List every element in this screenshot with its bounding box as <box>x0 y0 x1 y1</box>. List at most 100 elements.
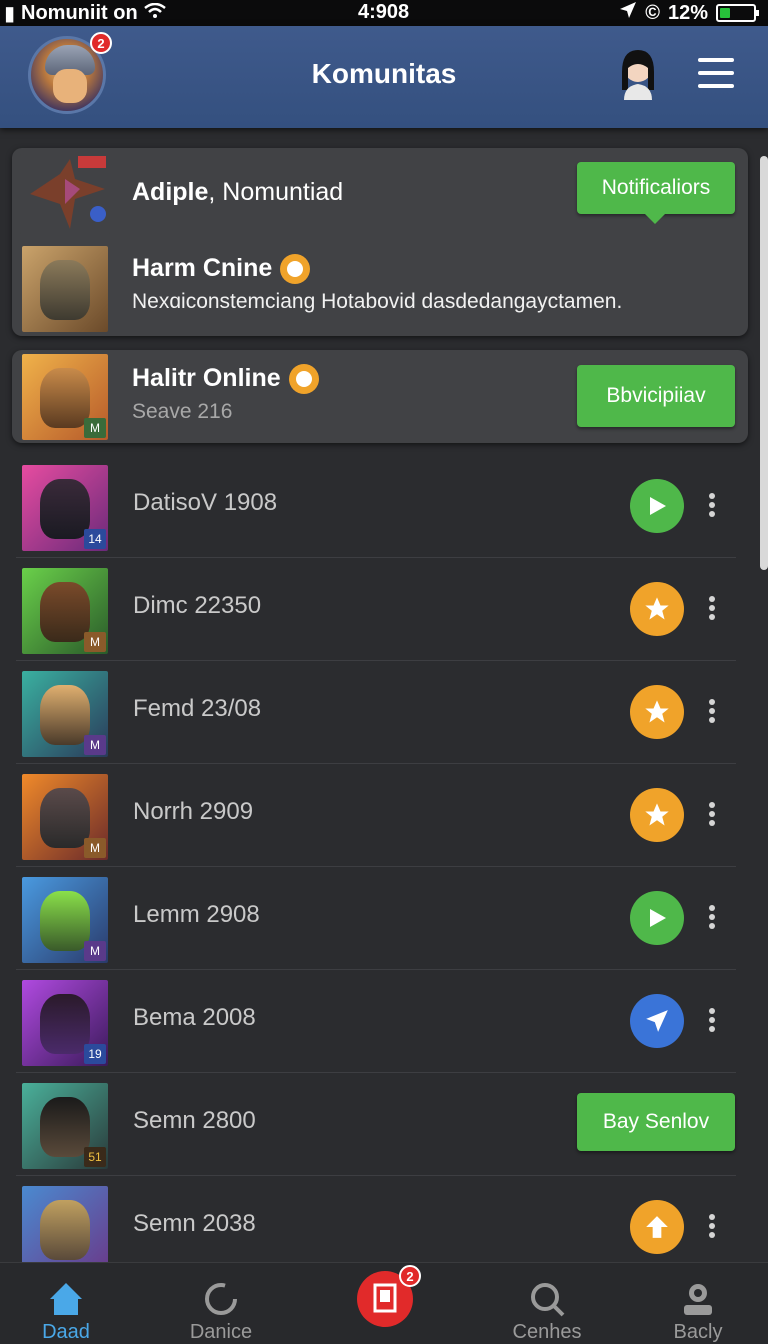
item-description: Nexɑiconstemciang Hotabovid dasdedangayc… <box>132 290 623 313</box>
more-options-icon[interactable] <box>706 1214 718 1242</box>
play-icon <box>650 909 666 927</box>
more-options-icon[interactable] <box>706 802 718 830</box>
carrier-info: ▮ Nomuniit on <box>4 1 166 26</box>
item-label: Dimc 22350 <box>133 592 262 619</box>
item-label: Semn 2800 <box>133 1107 256 1134</box>
gear-icon <box>684 1284 712 1315</box>
notifications-button-label: Notificaliors <box>601 176 711 199</box>
card-title-bold: Adiple <box>132 178 209 206</box>
battery-percent: 12% <box>667 1 708 24</box>
send-button[interactable] <box>630 994 684 1048</box>
profile-icon[interactable] <box>616 46 660 100</box>
thumb-tag: 19 <box>84 1044 106 1064</box>
more-options-icon[interactable] <box>706 1008 718 1036</box>
wifi-icon <box>143 2 166 25</box>
item-title: Harm Cnine <box>132 254 311 285</box>
item-thumbnail <box>22 1186 108 1272</box>
game-thumbnail <box>20 154 110 234</box>
more-options-icon[interactable] <box>706 493 718 521</box>
list-item[interactable]: 19 Bema 2008 <box>0 970 760 1073</box>
list-item[interactable]: M Femd 23/08 <box>0 661 760 764</box>
nav-search-label: Cenhes <box>512 1321 582 1343</box>
smile-icon <box>288 364 319 395</box>
notifications-button[interactable]: Notificaliors <box>577 162 735 224</box>
signal-icon: ▮ <box>4 3 16 25</box>
nav-dance-label: Danice <box>189 1321 253 1343</box>
list-item[interactable]: M Lemm 2908 <box>0 867 760 970</box>
center-action-button[interactable]: 2 <box>357 1265 421 1327</box>
thumb-tag: M <box>84 838 106 858</box>
thumb-tag: M <box>84 632 106 652</box>
play-button[interactable] <box>630 891 684 945</box>
refresh-icon <box>205 1283 237 1315</box>
app-header: 2 Komunitas <box>0 26 768 128</box>
item-thumbnail: M <box>22 671 108 757</box>
nav-home-label: Daad <box>42 1321 90 1343</box>
list-item[interactable]: M Dimc 22350 <box>0 558 760 661</box>
thumb-tag: M <box>84 941 106 961</box>
card-title: Adiple, Nomuntiad <box>132 178 343 207</box>
item-label: DatisoV 1908 <box>133 489 278 516</box>
favorite-button[interactable] <box>630 582 684 636</box>
play-button[interactable] <box>630 479 684 533</box>
smile-icon <box>280 254 311 285</box>
bay-senlov-label: Bay Senlov <box>602 1110 710 1133</box>
card-title-rest: , Nomuntiad <box>208 178 344 206</box>
center-badge: 2 <box>399 1265 421 1287</box>
alarm-icon: © <box>645 1 660 24</box>
online-subtitle: Seave 216 <box>132 400 233 423</box>
hamburger-menu-icon[interactable] <box>698 58 734 88</box>
join-button[interactable]: Bbvicipiiav <box>577 365 735 427</box>
battery-icon <box>716 4 759 22</box>
star-icon <box>645 597 669 620</box>
arrow-up-icon <box>646 1216 668 1238</box>
search-icon <box>531 1283 565 1317</box>
item-label: Semn 2038 <box>133 1210 256 1237</box>
item-thumbnail: M <box>22 877 108 963</box>
list-item[interactable]: 51 Semn 2800 Bay Senlov <box>0 1073 760 1176</box>
bottom-navigation: Daad Danice 2 Cenhes Bacly <box>0 1262 768 1344</box>
item-thumbnail: 51 <box>22 1083 108 1169</box>
home-icon <box>50 1283 82 1315</box>
item-thumbnail: 19 <box>22 980 108 1066</box>
list-item[interactable]: M Norrh 2909 <box>0 764 760 867</box>
notification-card: Adiple, Nomuntiad Notificaliors Harm Cni… <box>12 148 748 336</box>
item-thumbnail: 14 <box>22 465 108 551</box>
item-thumbnail: M <box>22 568 108 654</box>
list-item[interactable]: 14 DatisoV 1908 <box>0 455 760 558</box>
online-card: M Halitr Online Seave 216 Bbvicipiiav <box>12 350 748 443</box>
nav-search[interactable]: Cenhes <box>477 1263 617 1344</box>
carrier-name: Nomuniit on <box>21 2 138 24</box>
join-button-label: Bbvicipiiav <box>606 384 706 407</box>
clock: 4:908 <box>358 1 410 23</box>
harm-thumbnail <box>22 246 108 332</box>
item-label: Norrh 2909 <box>133 798 254 825</box>
favorite-button[interactable] <box>630 788 684 842</box>
more-options-icon[interactable] <box>706 699 718 727</box>
thumb-tag: 51 <box>84 1147 106 1167</box>
halitr-thumbnail: M <box>22 354 108 440</box>
item-thumbnail: M <box>22 774 108 860</box>
thumb-tag: M <box>84 418 106 438</box>
status-bar: ▮ Nomuniit on 4:908 © 12% <box>0 0 768 26</box>
more-options-icon[interactable] <box>706 596 718 624</box>
bay-senlov-button[interactable]: Bay Senlov <box>577 1093 735 1151</box>
item-label: Bema 2008 <box>133 1004 256 1031</box>
nav-dance[interactable]: Danice <box>151 1263 291 1344</box>
favorite-button[interactable] <box>630 685 684 739</box>
scrollbar[interactable] <box>760 156 768 570</box>
nav-settings[interactable]: Bacly <box>628 1263 768 1344</box>
play-icon <box>650 497 666 515</box>
thumb-tag: 14 <box>84 529 106 549</box>
more-options-icon[interactable] <box>706 905 718 933</box>
nav-home[interactable]: Daad <box>0 1263 136 1344</box>
location-icon <box>619 1 637 25</box>
avatar-badge: 2 <box>90 32 112 54</box>
star-icon <box>645 700 669 723</box>
send-icon <box>646 1010 668 1032</box>
item-label: Lemm 2908 <box>133 901 260 928</box>
online-title: Halitr Online <box>132 364 319 395</box>
upvote-button[interactable] <box>630 1200 684 1254</box>
thumb-tag: M <box>84 735 106 755</box>
item-label: Femd 23/08 <box>133 695 262 722</box>
